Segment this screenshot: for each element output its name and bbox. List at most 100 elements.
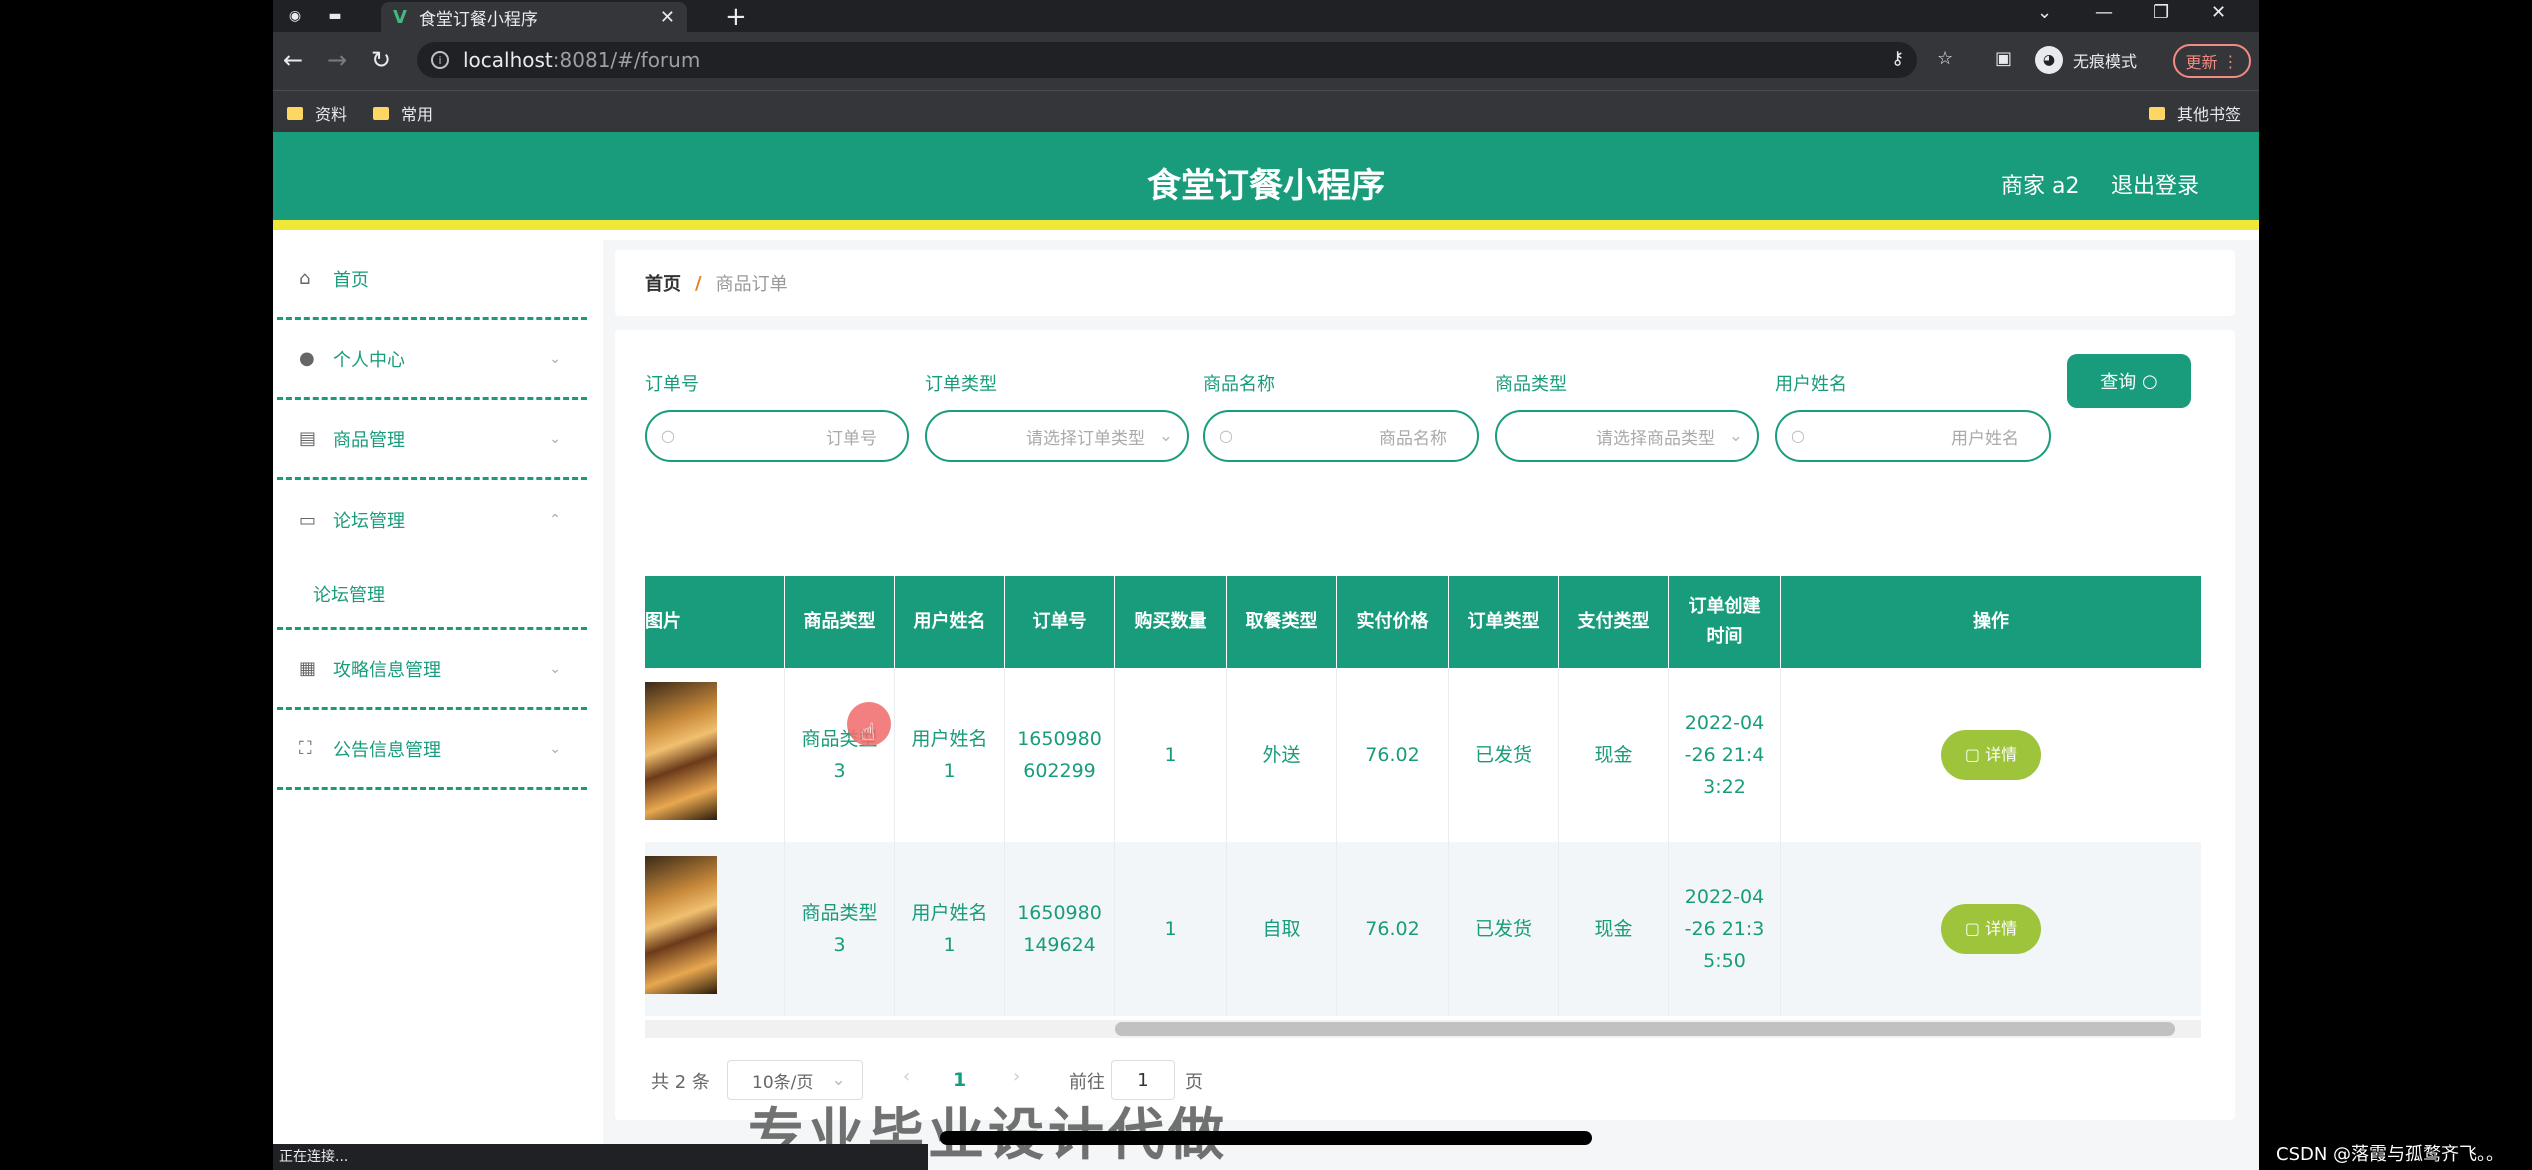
update-button[interactable]: 更新 ⋮ [2173, 44, 2251, 78]
table-cell: 76.02 [1337, 668, 1449, 842]
new-tab-icon[interactable]: + [725, 2, 747, 32]
filter-label-order-no: 订单号 [645, 374, 699, 395]
address-bar-row: ← → ↻ i localhost:8081/#/forum ⚷ ☆ ▣ ◕ 无… [273, 32, 2259, 90]
active-tab[interactable]: V 食堂订餐小程序 ✕ [381, 2, 687, 32]
chevron-down-icon: ⌄ [549, 660, 561, 677]
sidebar-item-goods[interactable]: ▤ 商品管理 ⌄ [277, 400, 587, 480]
incognito-icon: ◕ [2035, 46, 2063, 74]
sidebar-item-label: 攻略信息管理 [333, 659, 441, 681]
breadcrumb-separator: / [695, 272, 702, 294]
sidebar-subitem-forum[interactable]: 论坛管理 [277, 560, 587, 630]
table-cell: 用户姓名1 [895, 842, 1005, 1016]
screen: ◉ ▬ V 食堂订餐小程序 ✕ + ⌄ — ❐ ✕ ← → ↻ i localh… [0, 0, 2532, 1170]
breadcrumb-home[interactable]: 首页 [645, 270, 681, 296]
detail-button[interactable]: ▢ 详情 [1941, 904, 2041, 954]
table-row[interactable]: 商品类型3 用户姓名1 1650980602299 1 外送 76.02 已发货… [645, 668, 2201, 842]
other-bookmarks[interactable]: 其他书签 [2149, 101, 2241, 125]
table-cell: 已发货 [1449, 668, 1559, 842]
window-close-icon[interactable]: ✕ [2211, 2, 2226, 23]
table-cell: 现金 [1559, 842, 1669, 1016]
table-header-cell: 操作 [1781, 576, 2201, 668]
csdn-credit: CSDN @落霞与孤鹜齐飞。。 [2276, 1144, 2505, 1165]
table-cell: 1 [1115, 842, 1227, 1016]
logout-link[interactable]: 退出登录 [2111, 168, 2199, 200]
table-header-cell: 购买数量 [1115, 576, 1227, 668]
tab-search-icon[interactable]: ⌄ [2037, 2, 2052, 23]
sidebar-item-label: 个人中心 [333, 349, 405, 371]
table-horizontal-scrollbar[interactable] [645, 1020, 2201, 1038]
folder-icon [373, 106, 389, 120]
goods-type-select[interactable]: 请选择商品类型 ⌄ [1495, 410, 1759, 462]
order-type-select[interactable]: 请选择订单类型 ⌄ [925, 410, 1189, 462]
sidebar-item-profile[interactable]: ● 个人中心 ⌄ [277, 320, 587, 400]
filter-label-order-type: 订单类型 [925, 374, 997, 395]
sidebar-subitem-label: 论坛管理 [313, 584, 385, 606]
briefcase-icon: ▤ [299, 428, 317, 449]
url-path: :8081/#/forum [552, 48, 701, 72]
bookmarks-bar: 资料 常用 其他书签 [273, 90, 2259, 132]
reload-icon[interactable]: ↻ [371, 46, 391, 74]
next-page-icon[interactable]: › [1013, 1066, 1020, 1087]
site-info-icon[interactable]: i [431, 51, 449, 69]
web-page: 食堂订餐小程序 商家 a2 退出登录 ⌂ 首页 ● 个人中心 ⌄ ▤ 商品管理 ⌄ ▭ 论坛… [273, 132, 2259, 1170]
prev-page-icon[interactable]: ‹ [903, 1066, 910, 1087]
folder-icon [2149, 106, 2165, 120]
table-row[interactable]: 商品类型3 用户姓名1 1650980149624 1 自取 76.02 已发货… [645, 842, 2201, 1016]
orders-table: 图片 商品类型 用户姓名 订单号 购买数量 取餐类型 实付价格 订单类型 支付类… [645, 576, 2201, 1040]
doc-icon: ▢ [1964, 745, 1980, 764]
globe-icon[interactable]: ◉ [283, 4, 307, 28]
forward-icon[interactable]: → [327, 46, 347, 74]
order-type-placeholder: 请选择订单类型 [1026, 428, 1145, 449]
user-name-input[interactable]: ○ 用户姓名 [1775, 410, 2051, 462]
maximize-icon[interactable]: ❐ [2153, 2, 2169, 23]
sidebar-item-forum[interactable]: ▭ 论坛管理 ⌃ [277, 480, 587, 560]
back-icon[interactable]: ← [283, 46, 303, 74]
sidebar-item-home[interactable]: ⌂ 首页 [277, 240, 587, 320]
chevron-down-icon: ⌄ [549, 430, 561, 447]
table-cell-image [645, 842, 785, 1016]
home-icon: ⌂ [299, 268, 311, 289]
tab-close-icon[interactable]: ✕ [660, 7, 675, 28]
sidebar-item-notices[interactable]: ⛶ 公告信息管理 ⌄ [277, 710, 587, 790]
sidebar: ⌂ 首页 ● 个人中心 ⌄ ▤ 商品管理 ⌄ ▭ 论坛管理 ⌃ 论坛管理 ▦ 攻略信息管理 ⌄ ⛶… [273, 240, 593, 1170]
status-bar: 正在连接... [273, 1144, 928, 1170]
table-cell: 2022-04-26 21:43:22 [1669, 668, 1781, 842]
scan-icon: ⛶ [299, 738, 312, 759]
table-cell-actions: ▢ 详情 [1781, 842, 2201, 1016]
side-panel-icon[interactable]: ▣ [1995, 48, 2012, 69]
bookmark-folder-2[interactable]: 常用 [373, 101, 433, 125]
user-name-placeholder: 用户姓名 [1951, 428, 2019, 449]
order-no-input[interactable]: ○ 订单号 [645, 410, 909, 462]
search-icon: ○ [1219, 426, 1233, 445]
detail-label: 详情 [1985, 745, 2018, 764]
search-icon: ○ [661, 426, 675, 445]
query-button[interactable]: 查询 ○ [2067, 354, 2191, 408]
home-indicator [940, 1131, 1592, 1145]
tab-title: 食堂订餐小程序 [418, 9, 538, 30]
doc-icon: ▢ [1964, 919, 1980, 938]
table-cell: 2022-04-26 21:35:50 [1669, 842, 1781, 1016]
detail-button[interactable]: ▢ 详情 [1941, 730, 2041, 780]
scrollbar-thumb[interactable] [1115, 1022, 2175, 1036]
table-cell-actions: ▢ 详情 [1781, 668, 2201, 842]
minimize-icon[interactable]: — [2095, 2, 2113, 23]
bookmark-label: 常用 [401, 105, 434, 124]
browser-tab-strip: ◉ ▬ V 食堂订餐小程序 ✕ + ⌄ — ❐ ✕ [273, 0, 2259, 32]
table-cell: 76.02 [1337, 842, 1449, 1016]
browser-window: ◉ ▬ V 食堂订餐小程序 ✕ + ⌄ — ❐ ✕ ← → ↻ i localh… [273, 0, 2259, 1170]
bookmark-folder-1[interactable]: 资料 [287, 101, 347, 125]
filter-label-goods-name: 商品名称 [1203, 374, 1275, 395]
sidebar-item-label: 论坛管理 [333, 511, 405, 532]
user-icon: ● [299, 348, 315, 369]
url-input[interactable]: i localhost:8081/#/forum [417, 42, 1917, 78]
chevron-down-icon: ⌄ [549, 740, 561, 757]
table-cell: 1650980149624 [1005, 842, 1115, 1016]
star-icon[interactable]: ☆ [1937, 48, 1953, 69]
chevron-down-icon: ⌄ [1728, 426, 1743, 446]
goods-name-input[interactable]: ○ 商品名称 [1203, 410, 1479, 462]
tab-overview-icon[interactable]: ▬ [323, 4, 347, 28]
key-icon[interactable]: ⚷ [1891, 48, 1904, 69]
sidebar-item-guides[interactable]: ▦ 攻略信息管理 ⌄ [277, 630, 587, 710]
table-cell: 商品类型3 [785, 668, 895, 842]
incognito-indicator[interactable]: ◕ 无痕模式 [2035, 46, 2137, 74]
